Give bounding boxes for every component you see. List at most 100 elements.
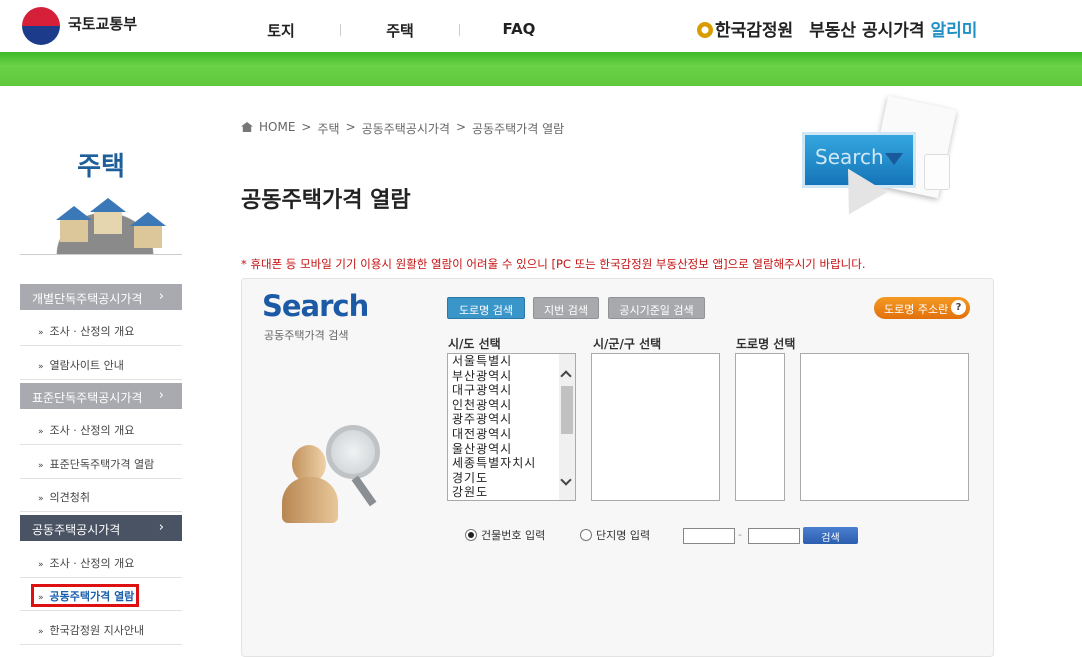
house-icon: [90, 198, 126, 234]
sidebar-item-opinion[interactable]: » 의견청취: [20, 479, 182, 512]
sidebar-item-label: 조사 · 산정의 개요: [49, 325, 135, 338]
number-dash: -: [738, 528, 742, 541]
sigungu-select[interactable]: [591, 353, 720, 501]
sidebar-item-label: 조사 · 산정의 개요: [49, 557, 135, 570]
radio-building-number[interactable]: 건물번호 입력: [465, 527, 545, 543]
pen-cup-icon: [924, 154, 950, 190]
sidebar-item-survey-overview[interactable]: » 조사 · 산정의 개요: [20, 545, 182, 578]
sido-option[interactable]: 경기도: [452, 471, 536, 486]
chevron-right-icon: ›: [158, 520, 164, 535]
bullet-icon: »: [38, 328, 44, 338]
sidebar-item-survey-overview[interactable]: » 조사 · 산정의 개요: [20, 313, 182, 346]
magnifier-handle: [351, 475, 377, 507]
person-magnifier-icon: [278, 425, 388, 535]
sido-option[interactable]: 부산광역시: [452, 369, 536, 384]
hero-search-text: Search: [815, 145, 884, 169]
agency-logo-icon: [697, 22, 713, 38]
sidebar-divider: [20, 254, 182, 255]
sido-option[interactable]: 광주광역시: [452, 412, 536, 427]
breadcrumb: HOME > 주택 > 공동주택공시가격 > 공동주택가격 열람: [241, 120, 564, 137]
sidebar-item-label: 한국감정원 지사안내: [49, 624, 145, 637]
chevron-down-icon[interactable]: [560, 474, 572, 486]
bullet-icon: »: [38, 494, 44, 504]
section-label: 표준단독주택공시가격: [32, 391, 143, 405]
mobile-notice: * 휴대폰 등 모바일 기기 이용시 원활한 열람이 어려울 수 있으니 [PC…: [241, 257, 866, 271]
sidebar-item-label: 의견청취: [49, 491, 90, 504]
breadcrumb-separator: >: [345, 120, 356, 134]
road-label: 도로명 선택: [736, 337, 796, 351]
road-address-button[interactable]: 도로명 주소란 ?: [874, 297, 970, 319]
search-button[interactable]: 검색: [803, 527, 858, 544]
sigungu-label: 시/군/구 선택: [593, 337, 662, 351]
sidebar-item-branch-info[interactable]: » 한국감정원 지사안내: [20, 612, 182, 645]
sido-option[interactable]: 서울특별시: [452, 354, 536, 369]
radio-complex-name[interactable]: 단지명 입력: [580, 527, 650, 543]
person-body: [282, 477, 338, 523]
breadcrumb-current: 공동주택가격 열람: [472, 122, 565, 136]
nav-housing[interactable]: 주택: [341, 20, 459, 41]
sido-option[interactable]: 울산광역시: [452, 442, 536, 457]
dropdown-triangle-icon: [885, 153, 903, 165]
building-main-number-input[interactable]: [683, 528, 735, 544]
sido-options: 서울특별시 부산광역시 대구광역시 인천광역시 광주광역시 대전광역시 울산광역…: [452, 354, 536, 500]
sido-option[interactable]: 대전광역시: [452, 427, 536, 442]
radio-button[interactable]: [580, 529, 592, 541]
houses-illustration: [30, 190, 180, 254]
brand[interactable]: 한국감정원 부동산 공시가격 알리미: [697, 16, 977, 41]
road-select[interactable]: [800, 353, 969, 501]
breadcrumb-housing[interactable]: 주택: [317, 120, 339, 137]
section-individual-house[interactable]: 개별단독주택공시가격 ›: [20, 284, 182, 310]
bullet-icon: »: [38, 362, 44, 372]
section-label: 공동주택공시가격: [32, 523, 121, 537]
sidebar-item-label: 열람사이트 안내: [49, 359, 124, 372]
search-panel: Search 공동주택가격 검색 도로명 검색 지번 검색 공시기준일 검색 도…: [241, 278, 994, 657]
sidebar-item-viewing-site[interactable]: » 열람사이트 안내: [20, 347, 182, 380]
road-address-label: 도로명 주소란: [884, 303, 949, 316]
sido-option[interactable]: 대구광역시: [452, 383, 536, 398]
house-icon: [56, 206, 92, 242]
bullet-icon: »: [38, 461, 44, 471]
scroll-thumb[interactable]: [561, 386, 573, 434]
bullet-icon: »: [38, 560, 44, 570]
breadcrumb-apartment[interactable]: 공동주택공시가격: [362, 120, 450, 137]
taegeuk-logo-icon[interactable]: [22, 7, 60, 45]
sidebar-item-survey-overview[interactable]: » 조사 · 산정의 개요: [20, 412, 182, 445]
brand-highlight: 알리미: [930, 21, 978, 41]
bullet-icon: »: [38, 427, 44, 437]
search-subtitle: 공동주택가격 검색: [264, 329, 349, 342]
nav-faq[interactable]: FAQ: [460, 20, 578, 41]
page-title: 공동주택가격 열람: [241, 188, 411, 213]
sido-scrollbar[interactable]: [559, 354, 575, 500]
highlight-box: [31, 584, 139, 607]
chevron-right-icon: ›: [158, 388, 164, 403]
search-logo: Search: [262, 289, 369, 323]
tab-date-search[interactable]: 공시기준일 검색: [608, 297, 705, 319]
section-standard-house[interactable]: 표준단독주택공시가격 ›: [20, 383, 182, 409]
radio-button[interactable]: [465, 529, 477, 541]
nav-land[interactable]: 토지: [222, 20, 340, 41]
road-initial-select[interactable]: [735, 353, 785, 501]
breadcrumb-separator: >: [455, 120, 467, 134]
tab-road-search[interactable]: 도로명 검색: [447, 297, 525, 319]
sidebar-item-standard-view[interactable]: » 표준단독주택가격 열람: [20, 446, 182, 479]
sidebar-title: 주택: [77, 152, 125, 182]
sido-option[interactable]: 세종특별자치시: [452, 456, 536, 471]
radio-building-label: 건물번호 입력: [481, 529, 546, 542]
section-apartment[interactable]: 공동주택공시가격 ›: [20, 515, 182, 541]
breadcrumb-home[interactable]: HOME: [259, 120, 295, 137]
chevron-up-icon[interactable]: [560, 370, 572, 382]
green-banner: [0, 52, 1082, 86]
sidebar-item-apartment-view[interactable]: » 공동주택가격 열람: [20, 578, 182, 611]
sido-select[interactable]: 서울특별시 부산광역시 대구광역시 인천광역시 광주광역시 대전광역시 울산광역…: [447, 353, 576, 501]
org-name[interactable]: 국토교통부: [68, 13, 137, 34]
help-icon: ?: [951, 300, 966, 315]
sidebar: 주택 개별단독주택공시가격 › » 조사 · 산정의 개요 » 열람사이트 안내 표…: [20, 86, 182, 657]
tab-lot-search[interactable]: 지번 검색: [533, 297, 599, 319]
sido-label: 시/도 선택: [448, 337, 501, 351]
sido-option[interactable]: 강원도: [452, 485, 536, 500]
building-sub-number-input[interactable]: [748, 528, 800, 544]
top-nav: 토지 주택 FAQ: [222, 20, 578, 41]
house-icon: [130, 212, 166, 248]
chevron-right-icon: ›: [158, 289, 164, 304]
sido-option[interactable]: 인천광역시: [452, 398, 536, 413]
